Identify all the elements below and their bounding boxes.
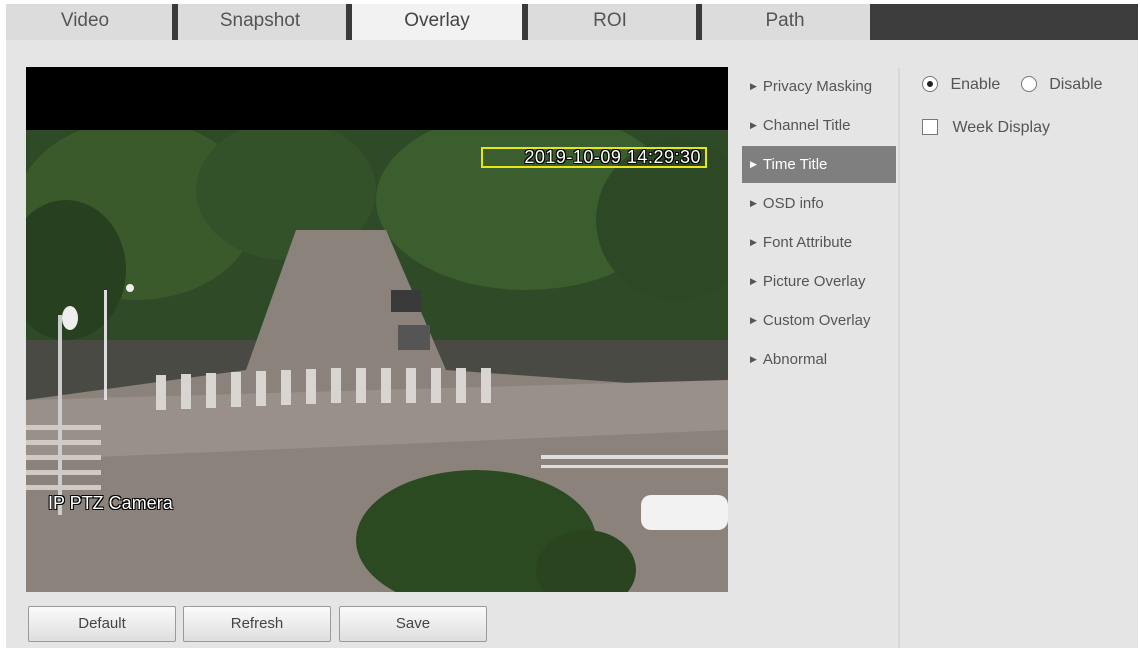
menu-item-channel-title[interactable]: ▶ Channel Title bbox=[742, 107, 896, 144]
refresh-button[interactable]: Refresh bbox=[183, 606, 331, 642]
menu-item-privacy-masking[interactable]: ▶ Privacy Masking bbox=[742, 68, 896, 105]
menu-item-label: Picture Overlay bbox=[762, 273, 866, 290]
tab-path[interactable]: Path bbox=[702, 4, 868, 40]
menu-item-picture-overlay[interactable]: ▶ Picture Overlay bbox=[742, 263, 896, 300]
tab-snapshot[interactable]: Snapshot bbox=[178, 4, 342, 40]
menu-item-label: Abnormal bbox=[762, 351, 828, 368]
menu-item-label: Time Title bbox=[762, 156, 828, 173]
enable-radio[interactable] bbox=[922, 76, 938, 92]
camera-scene-image bbox=[26, 130, 728, 592]
menu-item-label: Font Attribute bbox=[762, 234, 853, 251]
default-button[interactable]: Default bbox=[28, 606, 176, 642]
menu-item-label: Privacy Masking bbox=[762, 78, 873, 95]
enable-label: Enable bbox=[950, 76, 1001, 93]
triangle-right-icon: ▶ bbox=[750, 81, 757, 91]
menu-item-time-title[interactable]: ▶ Time Title bbox=[742, 146, 896, 183]
menu-item-font-attribute[interactable]: ▶ Font Attribute bbox=[742, 224, 896, 261]
menu-item-abnormal[interactable]: ▶ Abnormal bbox=[742, 341, 896, 378]
menu-item-label: Channel Title bbox=[762, 117, 851, 134]
channel-title-osd[interactable]: IP PTZ Camera bbox=[48, 493, 173, 514]
panel-divider bbox=[898, 68, 900, 648]
tab-overlay[interactable]: Overlay bbox=[352, 4, 522, 40]
time-title-osd[interactable]: 2019-10-09 14:29:30 bbox=[481, 147, 707, 168]
week-display-label: Week Display bbox=[952, 119, 1050, 136]
triangle-right-icon: ▶ bbox=[750, 120, 757, 130]
menu-item-osd-info[interactable]: ▶ OSD info bbox=[742, 185, 896, 222]
tab-bar: Video Snapshot Overlay ROI Path bbox=[6, 4, 1138, 40]
triangle-right-icon: ▶ bbox=[750, 237, 757, 247]
enable-disable-row: Enable Disable bbox=[922, 76, 1103, 94]
menu-item-custom-overlay[interactable]: ▶ Custom Overlay bbox=[742, 302, 896, 339]
menu-item-label: OSD info bbox=[762, 195, 824, 212]
triangle-right-icon: ▶ bbox=[750, 354, 757, 364]
tab-bar-filler bbox=[870, 4, 1138, 40]
triangle-right-icon: ▶ bbox=[750, 315, 757, 325]
save-button[interactable]: Save bbox=[339, 606, 487, 642]
week-display-row: Week Display bbox=[922, 119, 1050, 137]
week-display-checkbox[interactable] bbox=[922, 119, 938, 135]
tab-roi[interactable]: ROI bbox=[528, 4, 692, 40]
disable-label: Disable bbox=[1049, 76, 1103, 93]
overlay-menu: ▶ Privacy Masking ▶ Channel Title ▶ Time Ti… bbox=[742, 68, 896, 380]
menu-item-label: Custom Overlay bbox=[762, 312, 871, 329]
tab-video[interactable]: Video bbox=[6, 4, 164, 40]
triangle-right-icon: ▶ bbox=[750, 159, 757, 169]
video-preview[interactable]: 2019-10-09 14:29:30 IP PTZ Camera bbox=[26, 67, 728, 592]
disable-radio[interactable] bbox=[1020, 76, 1037, 92]
triangle-right-icon: ▶ bbox=[750, 276, 757, 286]
triangle-right-icon: ▶ bbox=[750, 198, 757, 208]
